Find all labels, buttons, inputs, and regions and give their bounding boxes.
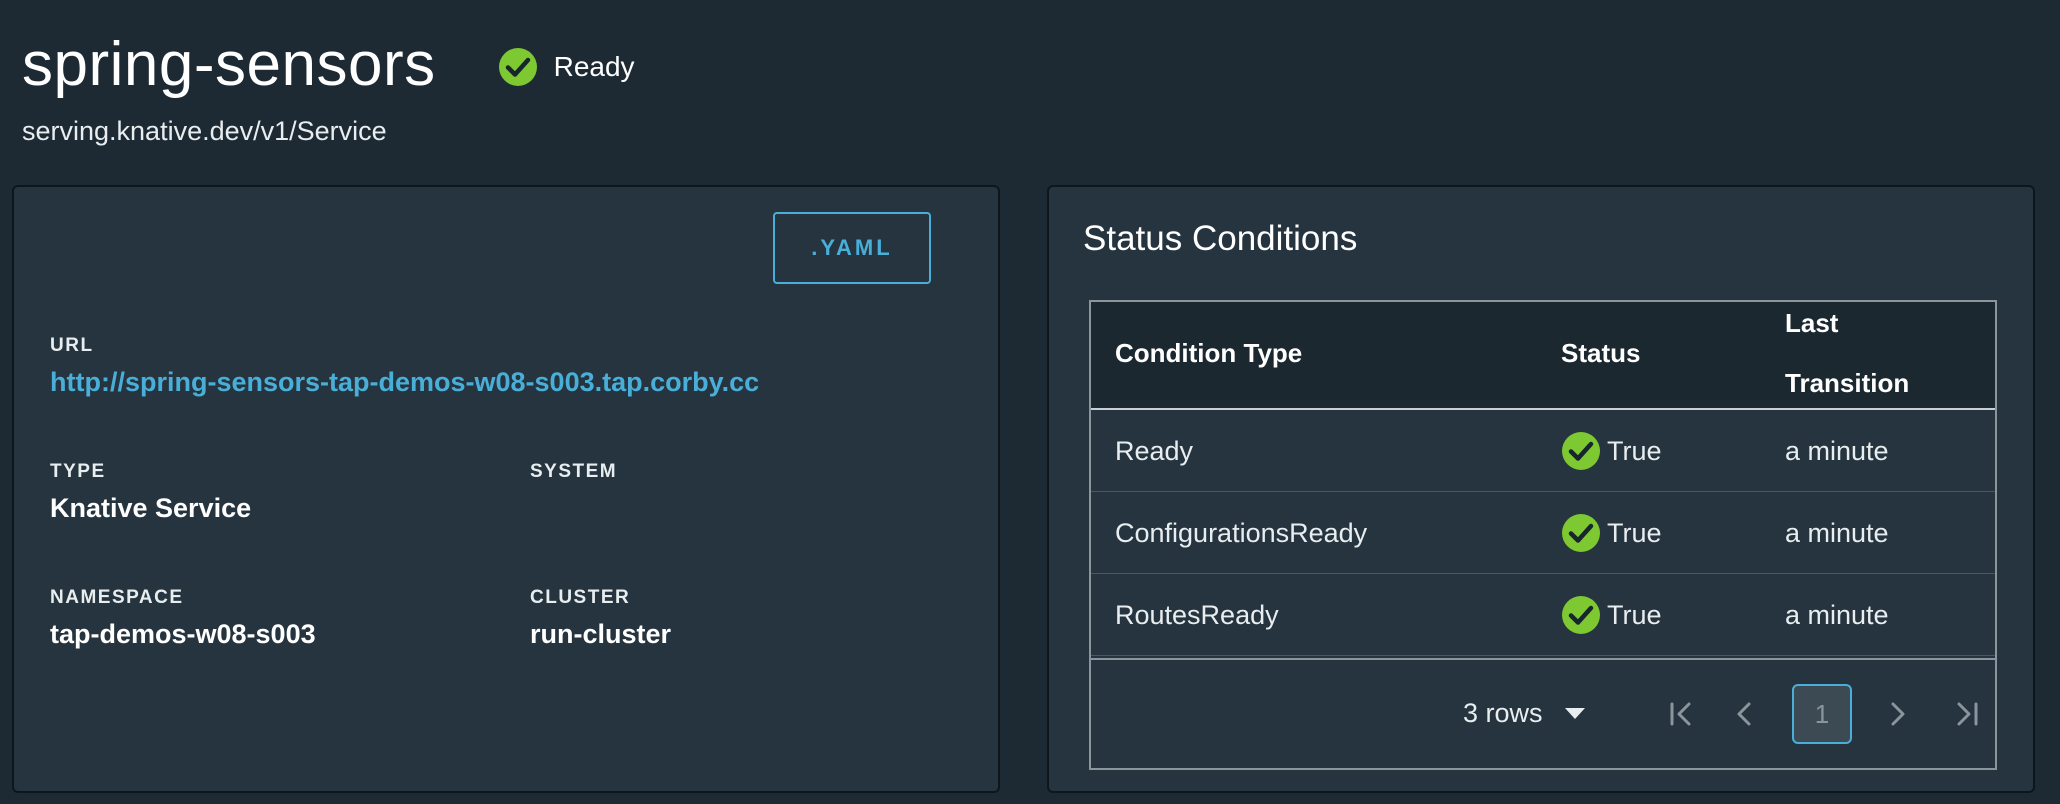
- condition-status-text: True: [1607, 599, 1662, 630]
- table-row: Ready True a minute: [1091, 410, 1995, 492]
- condition-type-cell: RoutesReady: [1115, 599, 1279, 630]
- column-condition-type[interactable]: Condition Type: [1115, 338, 1302, 369]
- type-label: TYPE: [50, 461, 106, 482]
- column-last-transition-line1[interactable]: Last: [1785, 308, 1838, 339]
- type-value: Knative Service: [50, 493, 252, 523]
- last-transition-cell: a minute: [1785, 435, 1889, 466]
- column-last-transition-line2[interactable]: Transition: [1785, 368, 1909, 399]
- last-transition-cell: a minute: [1785, 517, 1889, 548]
- grid-footer: 3 rows 1: [1091, 658, 1995, 764]
- resource-kind: serving.knative.dev/v1/Service: [22, 116, 387, 146]
- condition-type-cell: ConfigurationsReady: [1115, 517, 1368, 548]
- next-page-button[interactable]: [1877, 694, 1917, 734]
- namespace-field: NAMESPACE tap-demos-w08-s003: [50, 587, 316, 650]
- system-field: SYSTEM: [530, 461, 617, 493]
- title-row: spring-sensors Ready: [22, 22, 1022, 108]
- caret-down-icon: [1564, 707, 1585, 719]
- cluster-value: run-cluster: [530, 619, 672, 649]
- url-label: URL: [50, 335, 94, 356]
- condition-status-cell: True: [1561, 410, 1662, 492]
- last-transition-cell: a minute: [1785, 599, 1889, 630]
- chevron-left-icon: [1737, 702, 1751, 726]
- table-row: ConfigurationsReady True a minute: [1091, 492, 1995, 574]
- condition-status-text: True: [1607, 435, 1662, 466]
- cluster-label: CLUSTER: [530, 587, 631, 608]
- table-row: RoutesReady True a minute: [1091, 574, 1995, 656]
- chevron-right-icon: [1891, 702, 1905, 726]
- namespace-label: NAMESPACE: [50, 587, 184, 608]
- status-chip-label: Ready: [553, 51, 635, 82]
- first-page-button[interactable]: [1661, 694, 1701, 734]
- check-circle-icon: [1562, 596, 1600, 634]
- status-conditions-card: Status Conditions Condition Type Status …: [1047, 185, 2035, 793]
- cluster-field: CLUSTER run-cluster: [530, 587, 671, 650]
- condition-status-cell: True: [1561, 574, 1662, 656]
- check-circle-icon: [498, 48, 537, 86]
- check-circle-icon: [1562, 432, 1600, 470]
- url-link[interactable]: http://spring-sensors-tap-demos-w08-s003…: [50, 367, 759, 398]
- condition-type-cell: Ready: [1115, 435, 1194, 466]
- page-size-label: 3 rows: [1463, 697, 1543, 728]
- previous-page-button[interactable]: [1725, 694, 1765, 734]
- status-conditions-title: Status Conditions: [1083, 219, 1358, 258]
- yaml-button[interactable]: .YAML: [773, 212, 931, 284]
- last-page-icon: [1957, 702, 1978, 726]
- page-header: spring-sensors Ready serving.knative.dev…: [22, 22, 1022, 152]
- current-page-input[interactable]: 1: [1792, 684, 1852, 744]
- first-page-icon: [1670, 702, 1691, 726]
- last-page-button[interactable]: [1947, 694, 1987, 734]
- overview-card: .YAML URL http://spring-sensors-tap-demo…: [12, 185, 1000, 793]
- conditions-datagrid: Condition Type Status Last Transition Re…: [1089, 300, 1997, 770]
- column-status[interactable]: Status: [1561, 338, 1640, 369]
- condition-status-text: True: [1607, 517, 1662, 548]
- type-field: TYPE Knative Service: [50, 461, 251, 524]
- ready-status-chip: Ready: [498, 47, 635, 87]
- system-label: SYSTEM: [530, 461, 618, 482]
- url-field: URL http://spring-sensors-tap-demos-w08-…: [50, 335, 759, 398]
- page-title: spring-sensors: [22, 30, 436, 99]
- page-size-select[interactable]: 3 rows: [1463, 660, 1585, 766]
- grid-header: Condition Type Status Last Transition: [1091, 302, 1995, 410]
- check-circle-icon: [1562, 514, 1600, 552]
- condition-status-cell: True: [1561, 492, 1662, 574]
- namespace-value: tap-demos-w08-s003: [50, 619, 316, 649]
